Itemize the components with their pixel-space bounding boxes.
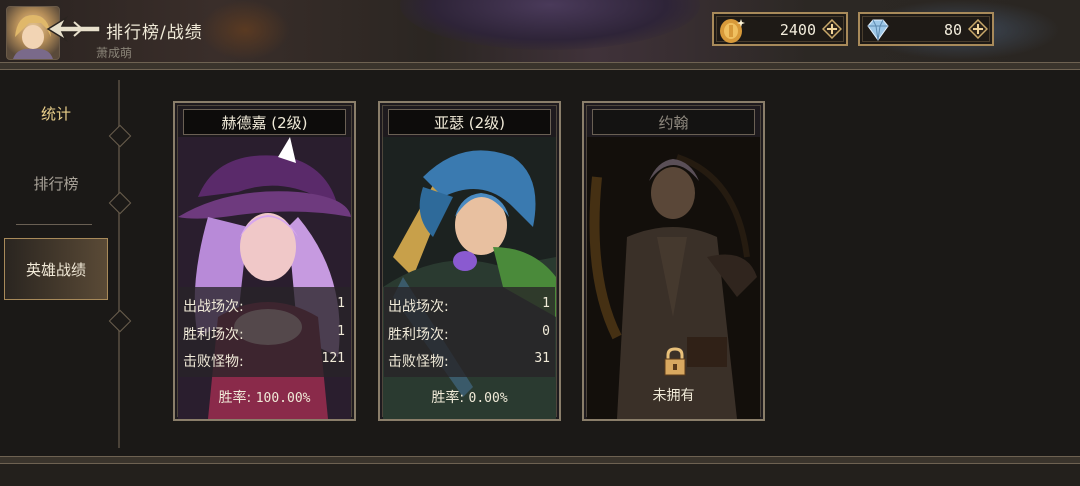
plus-icon[interactable] — [822, 19, 842, 39]
gold-amount: 2400 — [779, 21, 816, 39]
stat-row-wins: 胜利场次: 1 — [183, 321, 347, 345]
sidebar: 统计 排行榜 英雄战绩 — [0, 70, 120, 456]
stat-value: 0 — [542, 324, 550, 339]
gold-coin-icon — [720, 19, 745, 43]
stat-value: 121 — [321, 351, 345, 366]
hero-card[interactable]: 赫德嘉 (2级) 出战场次: 1 胜利场次: 1 击败怪物: 121 胜率: 1… — [173, 101, 356, 421]
background-scene — [400, 0, 700, 50]
hero-stats-panel: 出战场次: 1 胜利场次: 0 击败怪物: 31 — [384, 287, 555, 377]
stat-row-kills: 击败怪物: 31 — [388, 348, 552, 372]
sidebar-item-stats[interactable]: 统计 — [4, 82, 108, 144]
hero-stats-panel: 出战场次: 1 胜利场次: 1 击败怪物: 121 — [179, 287, 350, 377]
win-rate-value: 100.00% — [255, 391, 311, 406]
hero-name: 亚瑟 (2级) — [388, 109, 551, 135]
hero-name: 赫德嘉 (2级) — [183, 109, 346, 135]
footer-divider — [0, 456, 1080, 464]
stat-label: 出战场次: — [183, 299, 244, 315]
stat-row-wins: 胜利场次: 0 — [388, 321, 552, 345]
not-owned-label: 未拥有 — [652, 388, 695, 404]
hero-card[interactable]: 亚瑟 (2级) 出战场次: 1 胜利场次: 0 击败怪物: 31 胜率: 0.0… — [378, 101, 561, 421]
stat-row-kills: 击败怪物: 121 — [183, 348, 347, 372]
header-divider — [0, 62, 1080, 70]
background-scene — [200, 0, 290, 60]
stat-label: 出战场次: — [388, 299, 449, 315]
sidebar-item-hero-records[interactable]: 英雄战绩 — [4, 238, 108, 300]
stat-row-sorties: 出战场次: 1 — [183, 293, 347, 317]
stat-value: 31 — [534, 351, 550, 366]
back-button[interactable] — [44, 14, 104, 44]
gold-counter: 2400 — [712, 12, 848, 46]
stat-value: 1 — [337, 296, 345, 311]
stat-row-sorties: 出战场次: 1 — [388, 293, 552, 317]
stat-label: 胜利场次: — [388, 327, 449, 343]
stat-value: 1 — [542, 296, 550, 311]
plus-icon[interactable] — [968, 19, 988, 39]
diamond-icon — [867, 19, 889, 41]
divider — [16, 224, 92, 225]
lock-icon — [664, 347, 686, 376]
stat-value: 1 — [337, 324, 345, 339]
gem-amount: 80 — [943, 21, 962, 39]
footer-strip — [0, 464, 1080, 486]
player-name: 萧成萌 — [96, 46, 133, 60]
stat-label: 击败怪物: — [388, 354, 449, 370]
sidebar-item-leaderboard[interactable]: 排行榜 — [4, 152, 108, 214]
hero-name: 约翰 — [592, 109, 755, 135]
hero-card-locked[interactable]: 约翰 未拥有 — [582, 101, 765, 421]
stat-label: 击败怪物: — [183, 354, 244, 370]
win-rate-label: 胜率: — [431, 390, 465, 406]
back-arrow-icon — [46, 15, 101, 43]
win-rate: 胜率: 100.00% — [175, 387, 354, 407]
stat-label: 胜利场次: — [183, 327, 244, 343]
win-rate-value: 0.00% — [468, 391, 508, 406]
gem-counter: 80 — [858, 12, 994, 46]
page-title: 排行榜/战绩 — [106, 23, 203, 43]
win-rate-label: 胜率: — [218, 390, 252, 406]
win-rate: 胜率: 0.00% — [380, 387, 559, 407]
